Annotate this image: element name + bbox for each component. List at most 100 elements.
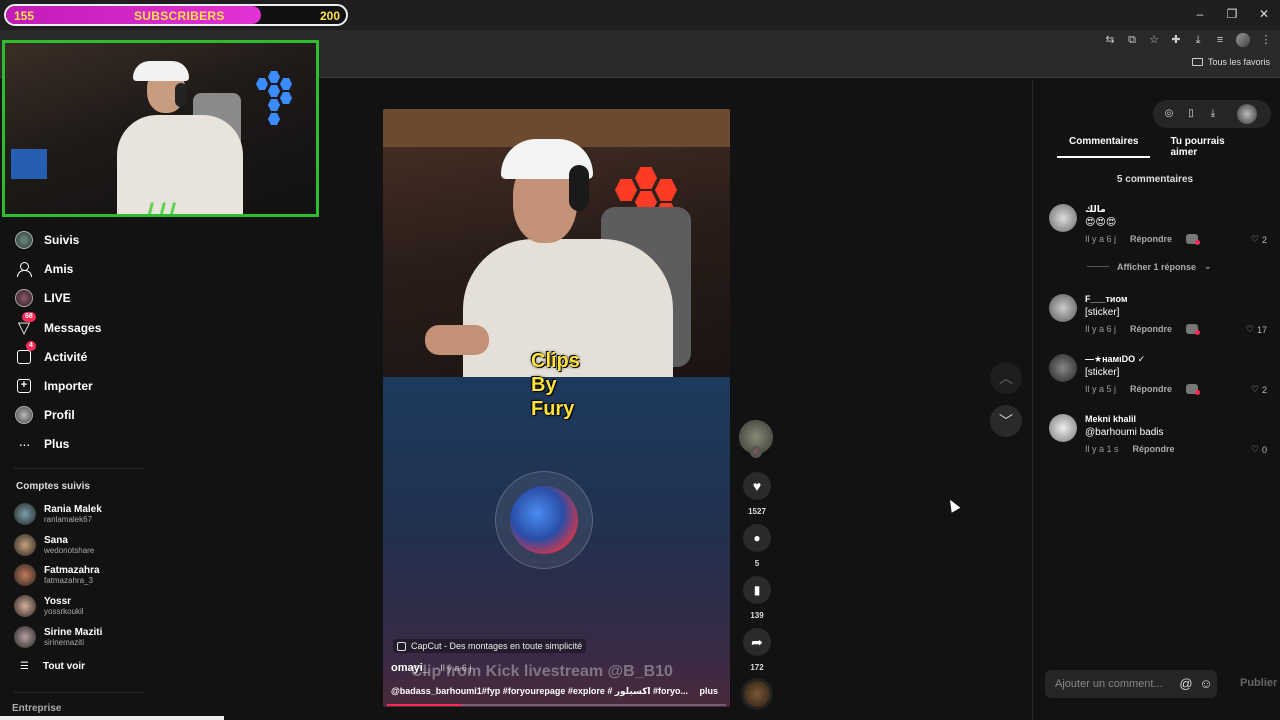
translate-icon[interactable]: ⇆	[1104, 34, 1116, 46]
post-time: · Il y a 6 j	[434, 663, 472, 673]
comment-like-button[interactable]: ♡ 2	[1251, 234, 1267, 245]
share-count: 172	[750, 663, 764, 672]
tab-you-may-like[interactable]: Tu pourrais aimer	[1170, 136, 1247, 158]
close-button[interactable]: ✕	[1248, 0, 1280, 28]
previous-video-button[interactable]: ︿	[990, 362, 1022, 394]
all-bookmarks-label: Tous les favoris	[1207, 57, 1270, 67]
comment-text: [sticker]	[1085, 367, 1120, 378]
save-button[interactable]: ▮	[743, 576, 771, 604]
sidebar-item-messages[interactable]: ▽ 68 Messages	[14, 312, 101, 339]
webcam-hex-lights	[250, 71, 298, 131]
download-icon[interactable]: ⤓	[1207, 108, 1219, 120]
profile-avatar-icon	[14, 405, 34, 425]
next-video-button[interactable]: ﹀	[990, 405, 1022, 437]
sidebar-item-label: LIVE	[44, 291, 71, 305]
minimize-button[interactable]: –	[1184, 0, 1216, 28]
footer-entreprise-link[interactable]: Entreprise	[12, 703, 61, 714]
extensions-icon[interactable]: ✚	[1170, 34, 1182, 46]
comment-user[interactable]: Mekni khalil	[1085, 414, 1136, 424]
profile-avatar[interactable]	[1236, 33, 1250, 47]
account-name: Yossr	[44, 595, 72, 607]
bookmark-star-icon[interactable]: ☆	[1148, 34, 1160, 46]
friends-icon	[14, 259, 34, 279]
webcam-headset	[175, 83, 187, 107]
video-author[interactable]: omayi_ · Il y a 6 j	[391, 662, 471, 674]
publish-button[interactable]: Publier	[1240, 677, 1277, 689]
sidebar-item-amis[interactable]: Amis	[14, 258, 73, 280]
account-name: Rania Malek	[44, 503, 102, 515]
avatar[interactable]	[1237, 104, 1257, 124]
media-control-icon[interactable]: ≡	[1214, 34, 1226, 46]
comment-like-button[interactable]: ♡ 2	[1251, 384, 1267, 395]
activity-icon: 4	[14, 341, 36, 367]
like-count: 17	[1256, 324, 1267, 335]
emoji-icon[interactable]: ☺	[1199, 677, 1213, 691]
video-orb	[495, 471, 593, 569]
comment-user[interactable]: مالك	[1085, 204, 1106, 215]
sidebar-item-label: Profil	[44, 408, 75, 422]
avatar[interactable]	[1049, 204, 1077, 232]
subscribers-goal-bar: 155 SUBSCRIBERS 200	[4, 4, 348, 26]
comment-button[interactable]: ●	[743, 524, 771, 552]
subscribers-max: 200	[319, 9, 340, 23]
comment-meta: Il y a 6 j Répondre	[1085, 324, 1201, 335]
download-icon[interactable]: ⤓	[1192, 34, 1204, 46]
comment-input[interactable]	[1055, 678, 1173, 690]
comment-meta: Il y a 1 s Répondre	[1085, 444, 1175, 454]
install-app-icon[interactable]: ⧉	[1126, 34, 1138, 46]
like-count: 1527	[748, 507, 766, 516]
followed-account[interactable]: Yossr yossrkoukil	[14, 595, 84, 617]
view-replies-button[interactable]: Afficher 1 réponse ⌄	[1087, 261, 1212, 272]
chevron-down-icon: ﹀	[999, 413, 1013, 429]
music-disc[interactable]	[741, 678, 773, 710]
live-avatar-icon	[14, 288, 34, 308]
video-progress-bar[interactable]	[387, 704, 726, 706]
all-bookmarks-folder[interactable]: Tous les favoris	[1191, 57, 1270, 67]
video-headset	[569, 165, 589, 211]
comment-like-button[interactable]: ♡ 0	[1251, 444, 1267, 455]
see-all-following-button[interactable]: ☰ Tout voir	[20, 661, 85, 672]
comment-user[interactable]: F___тиом	[1085, 294, 1128, 304]
video-player[interactable]: Clips By Fury CapCut - Des montages en t…	[383, 109, 730, 707]
reply-button[interactable]: Répondre	[1130, 234, 1172, 244]
save-count: 139	[750, 611, 764, 620]
sidebar-item-suivis[interactable]: Suivis	[14, 229, 79, 251]
mention-icon[interactable]: @	[1179, 677, 1193, 691]
like-button[interactable]: ♥	[743, 472, 771, 500]
reply-button[interactable]: Répondre	[1133, 444, 1175, 454]
mouse-cursor-icon	[945, 497, 961, 513]
followed-account[interactable]: Sirine Maziti sirinemaziti	[14, 626, 102, 648]
followed-account[interactable]: Fatmazahra fatmazahra_3	[14, 564, 100, 586]
heart-outline-icon: ♡	[1250, 384, 1259, 394]
sidebar-item-label: Amis	[44, 262, 74, 276]
phone-icon[interactable]: ▯	[1185, 108, 1197, 120]
comment-like-button[interactable]: ♡ 17	[1246, 324, 1267, 335]
tab-comments[interactable]: Commentaires	[1057, 136, 1151, 158]
account-handle: fatmazahra_3	[44, 575, 93, 585]
heart-outline-icon: ♡	[1250, 444, 1259, 454]
capcut-icon	[397, 641, 406, 651]
reply-button[interactable]: Répondre	[1130, 324, 1172, 334]
restore-button[interactable]: ❐	[1216, 0, 1248, 28]
account-name: Fatmazahra	[44, 564, 100, 576]
sidebar-item-plus[interactable]: ··· Plus	[14, 433, 70, 455]
sidebar-item-activite[interactable]: 4 Activité	[14, 341, 87, 368]
sidebar-item-profil[interactable]: Profil	[14, 404, 75, 426]
avatar[interactable]	[1049, 354, 1077, 382]
avatar[interactable]	[1049, 294, 1077, 322]
sidebar-item-importer[interactable]: + Importer	[14, 375, 93, 397]
reply-button[interactable]: Répondre	[1130, 384, 1172, 394]
capcut-tag[interactable]: CapCut - Des montages en toute simplicit…	[393, 639, 587, 653]
followed-account[interactable]: Sana wedonotshare	[14, 534, 94, 556]
view-replies-label: Afficher 1 réponse	[1117, 261, 1197, 272]
follow-check-icon[interactable]: ✓	[750, 446, 762, 458]
sidebar-item-live[interactable]: LIVE	[14, 287, 71, 309]
share-button[interactable]: ➦	[743, 628, 771, 656]
heart-icon: ♥	[752, 478, 762, 494]
menu-icon[interactable]: ⋮	[1260, 34, 1272, 46]
see-more-link[interactable]: plus	[699, 686, 718, 696]
compass-icon[interactable]: ◎	[1163, 108, 1175, 120]
followed-account[interactable]: Rania Malek ranlamalek67	[14, 503, 102, 525]
comment-user[interactable]: —★намıDO ✓	[1085, 354, 1145, 365]
avatar[interactable]	[1049, 414, 1077, 442]
